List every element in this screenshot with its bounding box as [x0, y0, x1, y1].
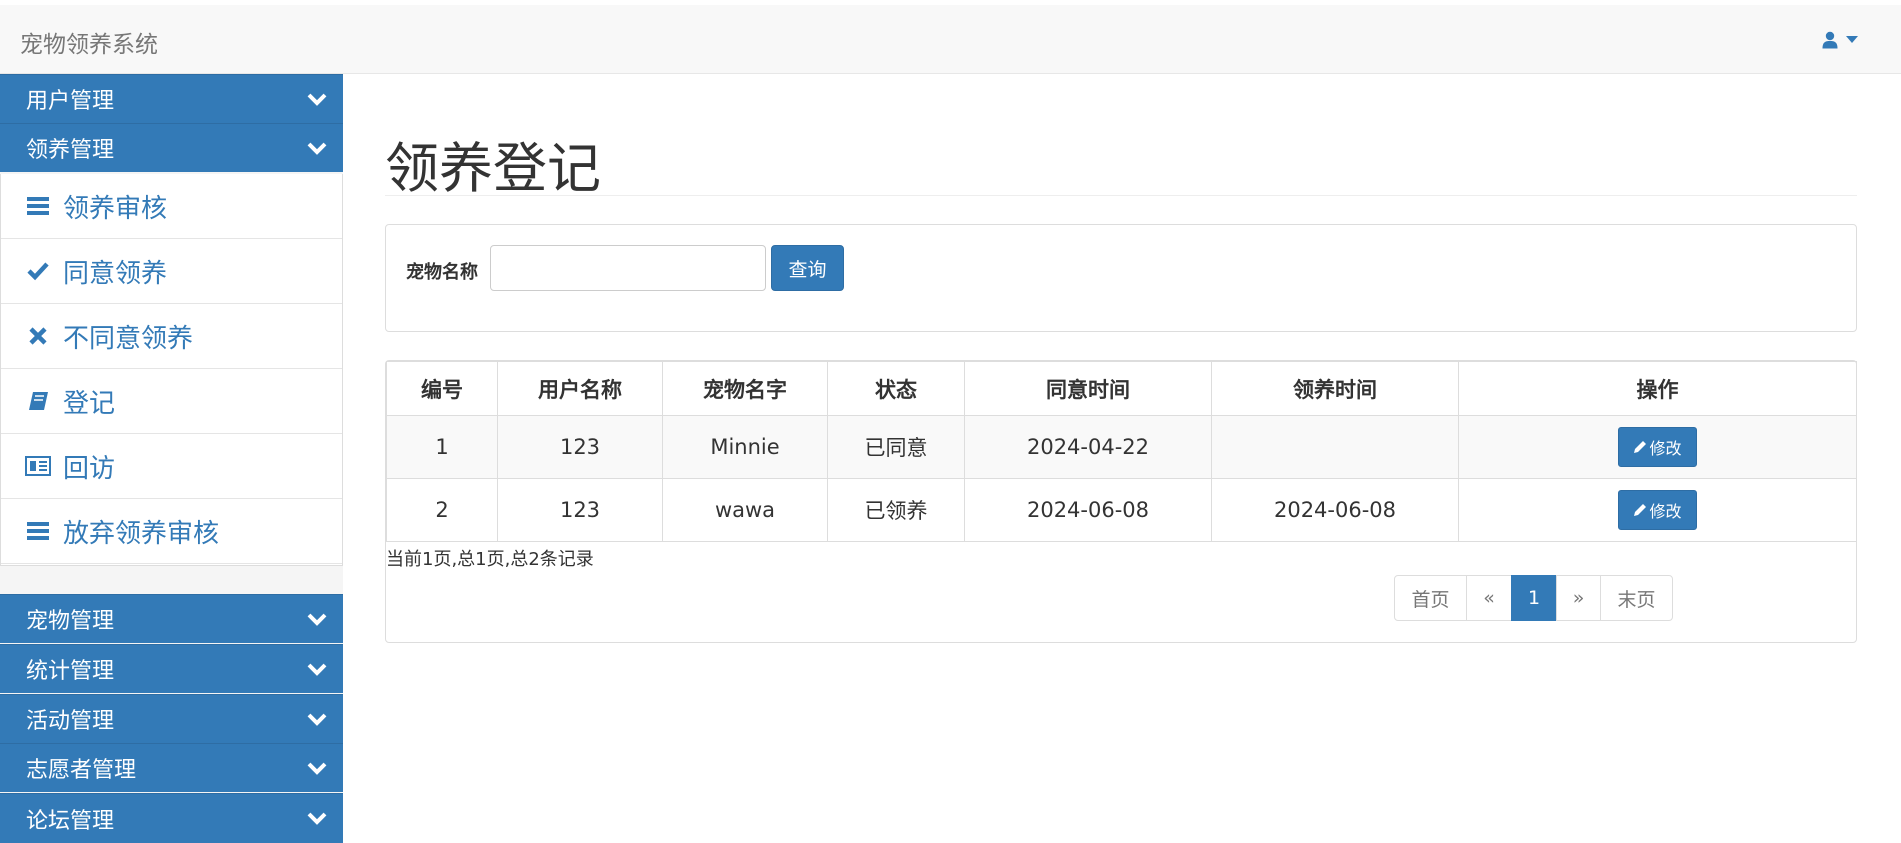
- list-icon: [25, 193, 51, 219]
- chevron-down-icon: [307, 762, 327, 775]
- cell-status: 已领养: [827, 478, 965, 542]
- title-divider: [385, 195, 1857, 196]
- header-adopt-time: 领养时间: [1211, 361, 1459, 416]
- sidebar-item-revisit[interactable]: 回访: [1, 434, 342, 499]
- close-icon: [25, 323, 51, 349]
- chevron-down-icon: [307, 613, 327, 626]
- cell-id: 1: [386, 415, 498, 479]
- sidebar-item-abandon-review[interactable]: 放弃领养审核: [1, 499, 342, 564]
- sidebar-group-label: 论坛管理: [26, 808, 115, 834]
- page-first-button[interactable]: 首页: [1394, 575, 1467, 621]
- edit-button[interactable]: 修改: [1618, 427, 1697, 467]
- header-user-name: 用户名称: [497, 361, 663, 416]
- adoption-table: 编号 用户名称 宠物名字 状态 同意时间 领养时间 操作 1 123 Minni…: [386, 361, 1857, 542]
- sidebar-group-activity-management[interactable]: 活动管理: [0, 694, 343, 743]
- page-prev-button[interactable]: «: [1466, 575, 1512, 621]
- sidebar-item-label: 领养审核: [63, 193, 168, 224]
- chevron-down-icon: [307, 93, 327, 106]
- header-pet-name: 宠物名字: [662, 361, 828, 416]
- sidebar-item-register[interactable]: 登记: [1, 369, 342, 434]
- sidebar-group-volunteer-management[interactable]: 志愿者管理: [0, 743, 343, 792]
- sidebar: 用户管理 领养管理 领养审核 同意领养 不同意领养 登记 回访 放弃领养审核 宠…: [0, 74, 343, 843]
- cell-user-name: 123: [497, 415, 663, 479]
- sidebar-group-label: 活动管理: [26, 709, 115, 734]
- book-icon: [25, 388, 51, 414]
- sidebar-group-label: 用户管理: [26, 89, 115, 114]
- cell-status: 已同意: [827, 415, 965, 479]
- adoption-submenu: 领养审核 同意领养 不同意领养 登记 回访 放弃领养审核: [0, 174, 343, 566]
- header-status: 状态: [827, 361, 965, 416]
- edit-button-label: 修改: [1649, 502, 1682, 521]
- sidebar-item-label: 回访: [63, 453, 116, 484]
- user-menu[interactable]: [1822, 31, 1858, 49]
- cell-actions: 修改: [1458, 415, 1857, 479]
- cell-pet-name: Minnie: [662, 415, 828, 479]
- sidebar-group-user-management[interactable]: 用户管理: [0, 74, 343, 123]
- sidebar-group-forum-management[interactable]: 论坛管理: [0, 793, 343, 843]
- sidebar-group-pet-management[interactable]: 宠物管理: [0, 594, 343, 643]
- cell-user-name: 123: [497, 478, 663, 542]
- sidebar-item-label: 登记: [63, 388, 116, 419]
- top-navbar: 宠物领养系统: [0, 5, 1901, 74]
- page-info: 当前1页,总1页,总2条记录: [386, 549, 594, 570]
- app-title[interactable]: 宠物领养系统: [20, 25, 158, 59]
- table-row: 1 123 Minnie 已同意 2024-04-22 修改: [386, 415, 1857, 479]
- query-button[interactable]: 查询: [771, 245, 844, 291]
- sidebar-group-label: 统计管理: [26, 659, 115, 684]
- sidebar-item-agree-adoption[interactable]: 同意领养: [1, 239, 342, 304]
- user-icon: [1822, 31, 1838, 49]
- pagination: 首页 « 1 » 末页: [1394, 575, 1673, 621]
- sidebar-group-label: 志愿者管理: [26, 758, 137, 783]
- page-current-button[interactable]: 1: [1511, 575, 1557, 621]
- sidebar-item-label: 放弃领养审核: [63, 518, 220, 549]
- cell-agree-time: 2024-04-22: [964, 415, 1212, 479]
- edit-button-label: 修改: [1649, 439, 1682, 458]
- cell-actions: 修改: [1458, 478, 1857, 542]
- table-header-row: 编号 用户名称 宠物名字 状态 同意时间 领养时间 操作: [386, 361, 1857, 416]
- sidebar-group-label: 领养管理: [26, 138, 115, 163]
- cell-pet-name: wawa: [662, 478, 828, 542]
- page-title: 领养登记: [385, 137, 601, 200]
- page-next-button[interactable]: »: [1556, 575, 1601, 621]
- chevron-down-icon: [307, 812, 327, 825]
- table-row: 2 123 wawa 已领养 2024-06-08 2024-06-08 修改: [386, 478, 1857, 542]
- pet-name-label: 宠物名称: [406, 262, 478, 283]
- search-panel: 宠物名称 查询: [385, 224, 1857, 332]
- header-actions: 操作: [1458, 361, 1857, 416]
- cell-agree-time: 2024-06-08: [964, 478, 1212, 542]
- sidebar-item-label: 不同意领养: [63, 323, 194, 354]
- list-icon: [25, 518, 51, 544]
- pet-name-input[interactable]: [490, 245, 766, 291]
- cell-adopt-time: 2024-06-08: [1211, 478, 1459, 542]
- page-last-button[interactable]: 末页: [1600, 575, 1673, 621]
- edit-button[interactable]: 修改: [1618, 490, 1697, 530]
- pencil-icon: [1634, 504, 1647, 516]
- sidebar-item-adoption-review[interactable]: 领养审核: [1, 174, 342, 239]
- chevron-down-icon: [307, 142, 327, 155]
- sidebar-group-stats-management[interactable]: 统计管理: [0, 644, 343, 693]
- header-agree-time: 同意时间: [964, 361, 1212, 416]
- newspaper-icon: [25, 453, 51, 479]
- sidebar-group-adoption-management[interactable]: 领养管理: [0, 123, 343, 172]
- chevron-down-icon: [307, 663, 327, 676]
- table-panel: 编号 用户名称 宠物名字 状态 同意时间 领养时间 操作 1 123 Minni…: [385, 360, 1857, 643]
- chevron-down-icon: [307, 713, 327, 726]
- check-icon: [25, 258, 51, 284]
- caret-down-icon: [1846, 36, 1858, 43]
- cell-adopt-time: [1211, 415, 1459, 479]
- header-id: 编号: [386, 361, 498, 416]
- sidebar-group-label: 宠物管理: [26, 609, 115, 634]
- sidebar-item-label: 同意领养: [63, 258, 168, 289]
- pencil-icon: [1634, 441, 1647, 453]
- cell-id: 2: [386, 478, 498, 542]
- sidebar-item-reject-adoption[interactable]: 不同意领养: [1, 304, 342, 369]
